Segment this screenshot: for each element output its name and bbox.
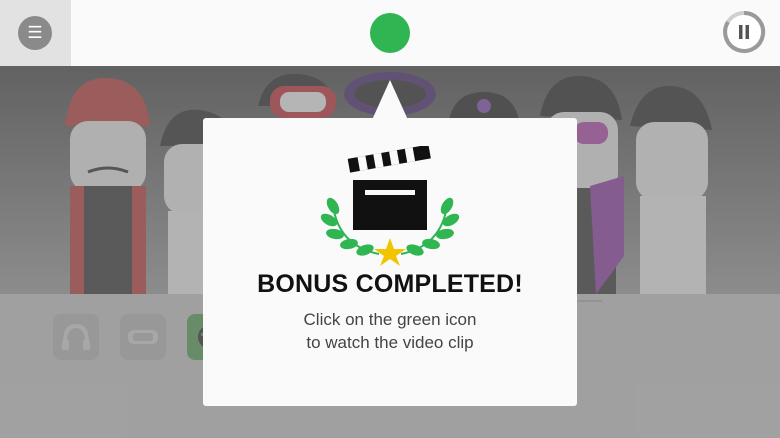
- menu-zone: ☰: [0, 0, 71, 66]
- modal-pointer: [372, 80, 408, 120]
- pause-icon: [723, 10, 766, 53]
- hamburger-icon[interactable]: ☰: [18, 16, 52, 50]
- green-circle-icon[interactable]: [370, 13, 410, 53]
- modal-message-line-1: Click on the green icon: [303, 310, 477, 329]
- modal-title: BONUS COMPLETED!: [257, 270, 523, 298]
- bonus-dialog: BONUS COMPLETED! Click on the green icon…: [203, 118, 577, 406]
- clapperboard-laurel-star-icon: [320, 146, 460, 266]
- pause-button[interactable]: [722, 10, 766, 54]
- top-bar: ☰: [0, 0, 780, 66]
- modal-message-line-2: to watch the video clip: [306, 333, 474, 352]
